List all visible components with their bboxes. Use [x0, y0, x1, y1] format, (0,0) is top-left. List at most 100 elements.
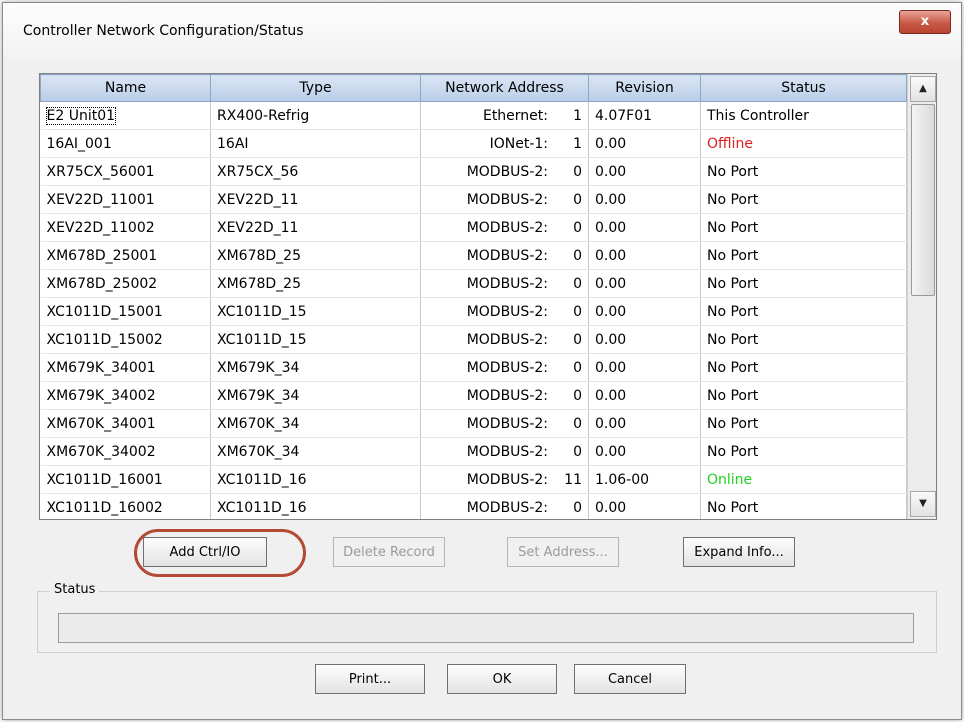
table-row[interactable]: XM678D_25002 XM678D_25 MODBUS-2: 0 0.00 No Po… — [40, 269, 907, 298]
table-row[interactable]: XEV22D_11002 XEV22D_11 MODBUS-2: 0 0.00 No Po… — [40, 213, 907, 242]
cell-network-address: MODBUS-2: 0 — [420, 157, 589, 186]
status-field — [58, 613, 914, 643]
table-row[interactable]: XC1011D_16001 XC1011D_16 MODBUS-2: 11 1.06-0… — [40, 465, 907, 494]
table-row[interactable]: XM670K_34001 XM670K_34 MODBUS-2: 0 0.00 No Po… — [40, 409, 907, 438]
table-row[interactable]: XC1011D_16002 XC1011D_16 MODBUS-2: 0 0.00 No … — [40, 493, 907, 519]
cell-name: XM670K_34002 — [40, 437, 211, 466]
print-button[interactable]: Print... — [315, 664, 425, 694]
network-number: 0 — [573, 247, 582, 264]
cell-status: No Port — [700, 213, 907, 242]
network-protocol: MODBUS-2: — [466, 359, 548, 376]
expand-info-button[interactable]: Expand Info... — [683, 537, 795, 567]
cell-network-address: MODBUS-2: 0 — [420, 269, 589, 298]
network-protocol: MODBUS-2: — [466, 163, 548, 180]
cell-network-address: MODBUS-2: 0 — [420, 409, 589, 438]
cell-status: Offline — [700, 129, 907, 158]
cell-name-text: XM679K_34002 — [46, 387, 156, 404]
network-number: 0 — [573, 163, 582, 180]
status-group-label: Status — [50, 582, 100, 597]
ok-button[interactable]: OK — [447, 664, 557, 694]
controller-grid[interactable]: Name Type Network Address Revision Statu… — [39, 73, 937, 520]
cell-status: No Port — [700, 185, 907, 214]
table-row[interactable]: XR75CX_56001 XR75CX_56 MODBUS-2: 0 0.00 No Po… — [40, 157, 907, 186]
network-protocol: IONet-1: — [489, 135, 548, 152]
cancel-button[interactable]: Cancel — [574, 664, 686, 694]
cell-network-address: MODBUS-2: 0 — [420, 185, 589, 214]
network-number: 1 — [573, 107, 582, 124]
table-row[interactable]: XEV22D_11001 XEV22D_11 MODBUS-2: 0 0.00 No Po… — [40, 185, 907, 214]
set-address-button[interactable]: Set Address... — [507, 537, 619, 567]
cell-type: 16AI — [210, 129, 421, 158]
cell-revision: 4.07F01 — [588, 101, 701, 130]
network-number: 0 — [573, 191, 582, 208]
network-protocol: Ethernet: — [482, 107, 548, 124]
cell-network-address: IONet-1: 1 — [420, 129, 589, 158]
cell-status: This Controller — [700, 101, 907, 130]
arrow-down-icon: ▼ — [919, 498, 927, 509]
table-row[interactable]: XM679K_34002 XM679K_34 MODBUS-2: 0 0.00 No Po… — [40, 381, 907, 410]
network-protocol: MODBUS-2: — [466, 499, 548, 516]
cell-name-text: XM670K_34002 — [46, 443, 156, 460]
cell-name-text: XM670K_34001 — [46, 415, 156, 432]
network-protocol: MODBUS-2: — [466, 415, 548, 432]
close-button[interactable]: x — [899, 10, 951, 34]
network-number: 0 — [573, 499, 582, 516]
column-header-revision[interactable]: Revision — [588, 74, 701, 102]
scroll-up-button[interactable]: ▲ — [910, 76, 936, 102]
network-number: 0 — [573, 415, 582, 432]
cell-revision: 0.00 — [588, 185, 701, 214]
table-row[interactable]: XM678D_25001 XM678D_25 MODBUS-2: 0 0.00 No Po… — [40, 241, 907, 270]
cell-type: XC1011D_15 — [210, 325, 421, 354]
network-number: 0 — [573, 331, 582, 348]
cell-type: XC1011D_16 — [210, 465, 421, 494]
cell-status: No Port — [700, 241, 907, 270]
cell-network-address: MODBUS-2: 11 — [420, 465, 589, 494]
vertical-scrollbar[interactable]: ▲ ▼ — [907, 74, 936, 519]
cell-name: E2 Unit01 — [40, 101, 211, 130]
cell-name: XC1011D_16002 — [40, 493, 211, 519]
cell-status: No Port — [700, 353, 907, 382]
table-row[interactable]: XM679K_34001 XM679K_34 MODBUS-2: 0 0.00 No Po… — [40, 353, 907, 382]
cell-type: XM678D_25 — [210, 241, 421, 270]
column-header-type[interactable]: Type — [210, 74, 421, 102]
network-number: 0 — [573, 387, 582, 404]
cell-network-address: MODBUS-2: 0 — [420, 437, 589, 466]
scroll-down-button[interactable]: ▼ — [910, 491, 936, 517]
cell-network-address: MODBUS-2: 0 — [420, 241, 589, 270]
cell-name: 16AI_001 — [40, 129, 211, 158]
table-row[interactable]: 16AI_001 16AI IONet-1: 1 0.00 Offline — [40, 129, 907, 158]
cell-name: XM679K_34001 — [40, 353, 211, 382]
cell-type: XR75CX_56 — [210, 157, 421, 186]
window-title: Controller Network Configuration/Status — [23, 23, 304, 39]
close-icon: x — [920, 14, 930, 29]
column-header-status[interactable]: Status — [700, 74, 907, 102]
cell-status: No Port — [700, 269, 907, 298]
cell-revision: 0.00 — [588, 297, 701, 326]
cell-type: XM670K_34 — [210, 437, 421, 466]
column-header-name[interactable]: Name — [40, 74, 211, 102]
cell-revision: 0.00 — [588, 325, 701, 354]
cell-name-text: XM679K_34001 — [46, 359, 156, 376]
cell-status: No Port — [700, 381, 907, 410]
cell-name: XEV22D_11002 — [40, 213, 211, 242]
arrow-up-icon: ▲ — [919, 83, 927, 94]
table-row[interactable]: E2 Unit01 RX400-Refrig Ethernet: 1 4.07F01 Th… — [40, 101, 907, 130]
network-number: 11 — [564, 471, 582, 488]
cell-name-text: E2 Unit01 — [45, 106, 117, 125]
cell-type: XEV22D_11 — [210, 185, 421, 214]
cell-revision: 0.00 — [588, 269, 701, 298]
table-row[interactable]: XM670K_34002 XM670K_34 MODBUS-2: 0 0.00 No Po… — [40, 437, 907, 466]
table-row[interactable]: XC1011D_15002 XC1011D_15 MODBUS-2: 0 0.00 No … — [40, 325, 907, 354]
scroll-thumb[interactable] — [911, 104, 935, 296]
cell-name-text: XC1011D_16002 — [46, 499, 163, 516]
delete-record-button[interactable]: Delete Record — [333, 537, 445, 567]
cell-revision: 0.00 — [588, 129, 701, 158]
network-number: 0 — [573, 359, 582, 376]
network-protocol: MODBUS-2: — [466, 303, 548, 320]
title-bar: Controller Network Configuration/Status … — [3, 3, 961, 61]
cell-name-text: XR75CX_56001 — [46, 163, 155, 180]
table-row[interactable]: XC1011D_15001 XC1011D_15 MODBUS-2: 0 0.00 No … — [40, 297, 907, 326]
cell-revision: 0.00 — [588, 493, 701, 519]
column-header-network-address[interactable]: Network Address — [420, 74, 589, 102]
cell-status: No Port — [700, 297, 907, 326]
